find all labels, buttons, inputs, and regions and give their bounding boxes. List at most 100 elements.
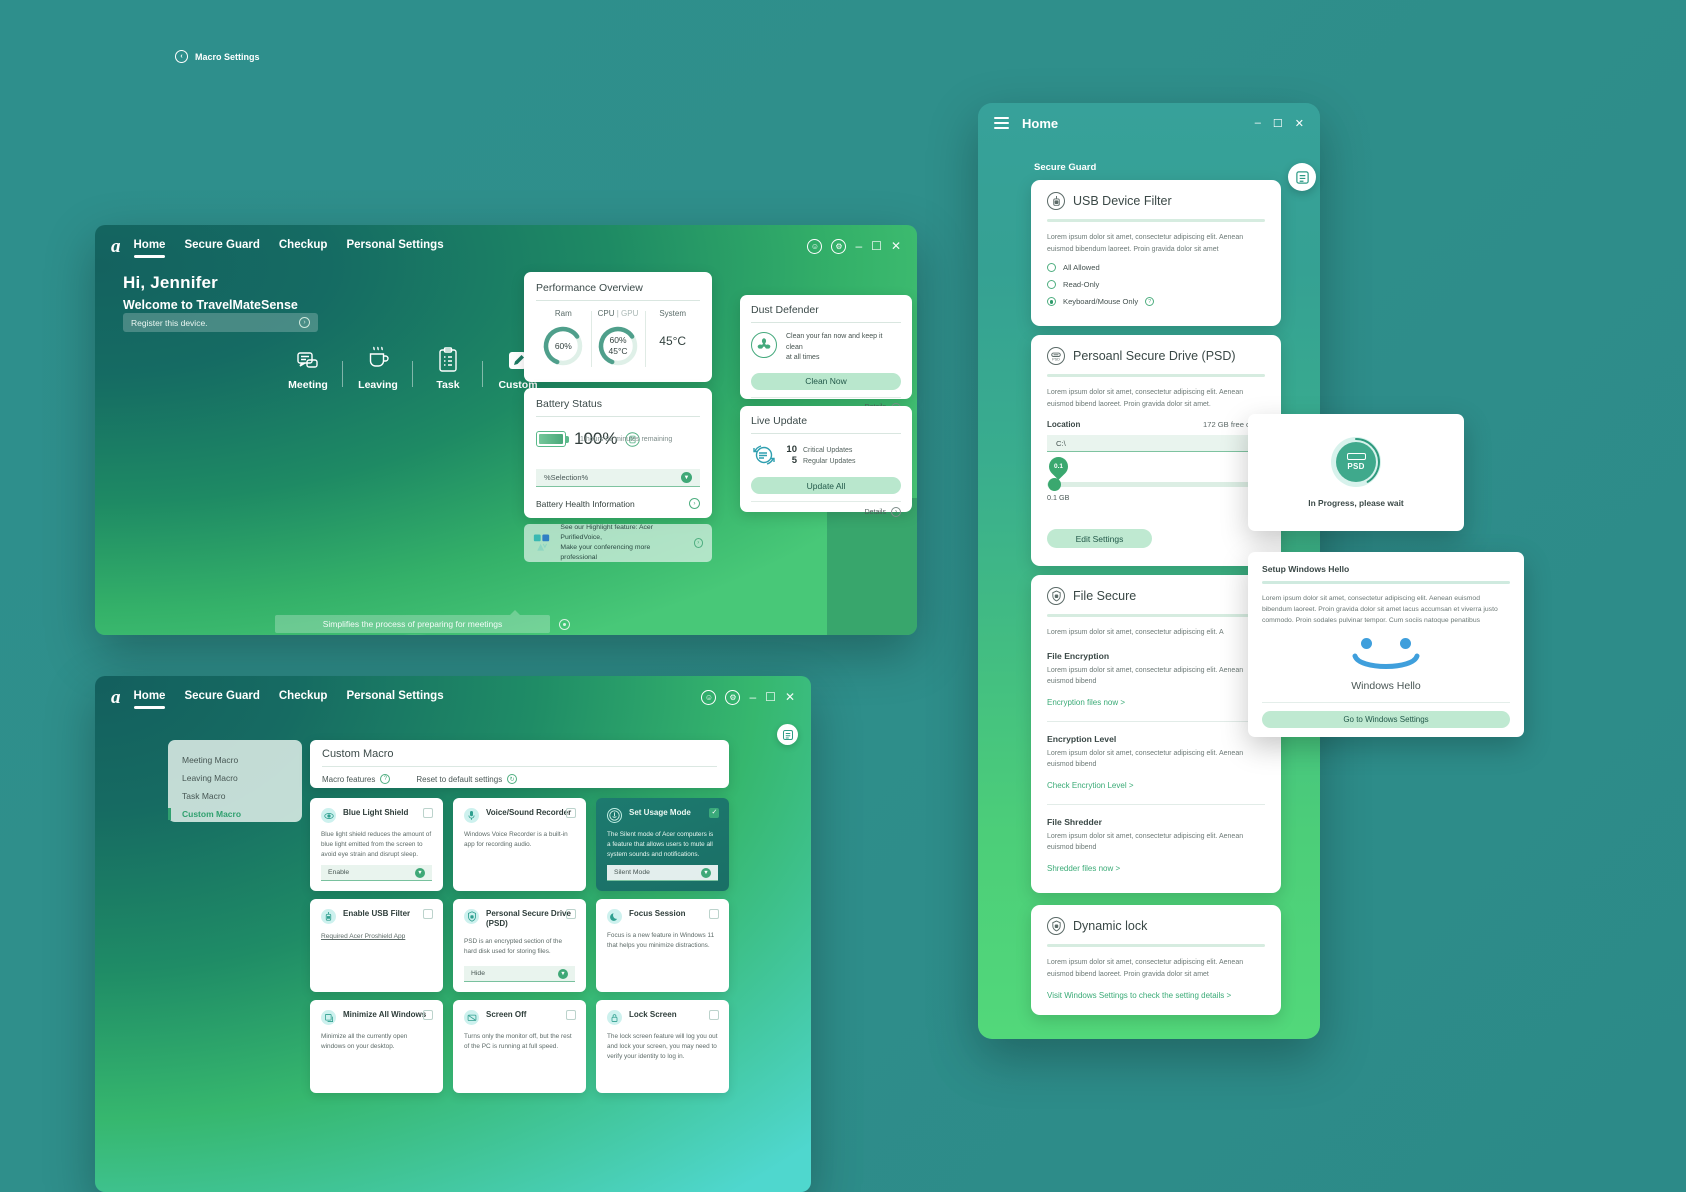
promo-banner[interactable]: See our Highlight feature: Acer Purified… — [524, 524, 712, 562]
gear-icon[interactable]: ⚙ — [725, 689, 741, 705]
shredder-files-link[interactable]: Shredder files now > — [1047, 864, 1120, 873]
nav-tab-checkup[interactable]: Checkup — [279, 690, 328, 705]
maximize-button[interactable]: ☐ — [765, 691, 776, 703]
macro-card-checkbox[interactable] — [709, 808, 719, 818]
regular-label: Regular Updates — [803, 458, 856, 465]
macro-card-focus-session[interactable]: Focus Session Focus is a new feature in … — [596, 899, 729, 992]
macro-card-dropdown[interactable]: Hide ▼ — [464, 966, 575, 982]
perf-system: System 45°C — [645, 309, 700, 368]
main-nav: Home Secure Guard Checkup Personal Setti… — [133, 239, 444, 258]
nav-tab-secure-guard[interactable]: Secure Guard — [184, 690, 259, 705]
gear-icon[interactable] — [559, 619, 570, 630]
battery-mode-select[interactable]: %Selection% ▼ — [536, 469, 700, 487]
macro-list-item-leaving[interactable]: Leaving Macro — [168, 769, 302, 787]
acer-logo: a — [111, 686, 120, 708]
macro-list-item-meeting[interactable]: Meeting Macro — [168, 751, 302, 769]
macro-panel-toggle-button[interactable] — [777, 724, 798, 745]
help-icon[interactable]: ? — [1145, 297, 1155, 307]
chevron-right-icon[interactable]: › — [693, 538, 703, 548]
macro-card-checkbox[interactable] — [566, 909, 576, 919]
macro-card-checkbox[interactable] — [423, 808, 433, 818]
live-update-details-link[interactable]: Details › — [751, 501, 901, 517]
clean-now-button[interactable]: Clean Now — [751, 372, 901, 390]
gear-icon[interactable]: ⚙ — [831, 238, 847, 254]
hamburger-menu-icon[interactable] — [994, 117, 1009, 129]
gpu-label[interactable]: GPU — [621, 309, 638, 318]
macro-card-enable-usb-filter[interactable]: Enable USB Filter Required Acer Proshiel… — [310, 899, 443, 992]
macro-card-checkbox[interactable] — [709, 909, 719, 919]
macro-list-item-task[interactable]: Task Macro — [168, 787, 302, 805]
minimize-button[interactable]: – — [749, 691, 756, 703]
edit-settings-button[interactable]: Edit Settings — [1047, 529, 1152, 549]
purified-voice-icon — [533, 534, 550, 551]
maximize-button[interactable]: ☐ — [871, 240, 882, 252]
macro-card-set-usage-mode[interactable]: Set Usage Mode The Silent mode of Acer c… — [596, 798, 729, 891]
minimize-button[interactable]: – — [855, 240, 862, 252]
nav-tab-home[interactable]: Home — [133, 690, 165, 709]
check-encryption-level-link[interactable]: Check Encrytion Level > — [1047, 781, 1134, 790]
macro-card-checkbox[interactable] — [423, 1010, 433, 1020]
usb-option-read-only[interactable]: Read-Only — [1047, 280, 1265, 290]
user-account-icon[interactable]: ☺ — [701, 689, 717, 705]
macro-card-blue-light-shield[interactable]: Blue Light Shield Blue light shield redu… — [310, 798, 443, 891]
user-account-icon[interactable]: ☺ — [807, 238, 823, 254]
psd-path-input[interactable]: C:\ — [1047, 435, 1265, 453]
close-button[interactable]: ✕ — [785, 691, 795, 703]
update-all-button[interactable]: Update All — [751, 477, 901, 494]
update-refresh-icon — [751, 442, 777, 468]
help-icon[interactable]: ? — [380, 774, 391, 784]
psd-size-slider[interactable]: 0.1 0.1 GB — [1045, 453, 1265, 502]
divider — [536, 416, 700, 417]
nav-tab-personal-settings[interactable]: Personal Settings — [346, 690, 443, 705]
encryption-files-link[interactable]: Encryption files now > — [1047, 698, 1125, 707]
macro-card-checkbox[interactable] — [566, 1010, 576, 1020]
mode-leaving[interactable]: Leaving — [342, 343, 413, 391]
macro-card-checkbox[interactable] — [566, 808, 576, 818]
chevron-down-icon[interactable]: ▼ — [681, 472, 692, 483]
macro-card-checkbox[interactable] — [709, 1010, 719, 1020]
welcome-subtitle: Welcome to TravelMateSense — [123, 298, 298, 312]
usb-option-all-allowed[interactable]: All Allowed — [1047, 263, 1265, 273]
nav-tab-secure-guard[interactable]: Secure Guard — [184, 239, 259, 254]
guard-panel-toggle-button[interactable] — [1288, 163, 1316, 191]
breadcrumb: ‹ Macro Settings — [175, 50, 260, 63]
macro-card-voice-sound-recorder[interactable]: Voice/Sound Recorder Windows Voice Recor… — [453, 798, 586, 891]
macro-card-link[interactable]: Required Acer Proshield App — [321, 933, 405, 940]
back-arrow-icon[interactable]: ‹ — [175, 50, 188, 63]
macro-card-minimize-all-windows[interactable]: Minimize All Windows Minimize all the cu… — [310, 1000, 443, 1093]
macro-card-lock-screen[interactable]: Lock Screen The lock screen feature will… — [596, 1000, 729, 1093]
battery-health-link[interactable]: Battery Health Information › — [536, 498, 700, 509]
macro-card-checkbox[interactable] — [423, 909, 433, 919]
maximize-button[interactable]: ☐ — [1273, 117, 1283, 130]
nav-tab-checkup[interactable]: Checkup — [279, 239, 328, 254]
close-button[interactable]: ✕ — [891, 240, 901, 252]
nav-tab-home[interactable]: Home — [133, 239, 165, 258]
macro-features-action[interactable]: Macro features ? — [322, 774, 391, 784]
register-device-field[interactable]: Register this device. › — [123, 313, 318, 332]
slider-track[interactable] — [1047, 482, 1265, 488]
macro-card-screen-off[interactable]: Screen Off Turns only the monitor off, b… — [453, 1000, 586, 1093]
reset-defaults-action[interactable]: Reset to default settings ↻ — [416, 774, 518, 784]
minimize-button[interactable]: – — [1255, 117, 1261, 129]
windows-settings-link[interactable]: Visit Windows Settings to check the sett… — [1047, 991, 1231, 1000]
reset-icon[interactable]: ↻ — [507, 774, 518, 784]
divider — [1262, 581, 1510, 584]
window-controls: – ☐ ✕ — [1255, 117, 1304, 130]
file-shredder-desc: Lorem ipsum dolor sit amet, consectetur … — [1047, 832, 1244, 852]
mode-task[interactable]: Task — [412, 343, 483, 391]
usb-option-keyboard-mouse-only[interactable]: Keyboard/Mouse Only ? — [1047, 297, 1265, 307]
cpu-label[interactable]: CPU — [598, 309, 615, 318]
close-button[interactable]: ✕ — [1295, 117, 1304, 130]
macro-card-personal-secure-drive[interactable]: Personal Secure Drive (PSD) PSD is an en… — [453, 899, 586, 992]
macro-list-item-custom[interactable]: Custom Macro — [168, 805, 302, 823]
cpu-temp: 45°C — [608, 346, 628, 356]
go-to-windows-settings-button[interactable]: Go to Windows Settings — [1262, 710, 1510, 728]
macro-card-desc: Blue light shield reduces the amount of … — [321, 831, 432, 858]
slider-knob[interactable] — [1048, 478, 1061, 492]
macro-card-dropdown[interactable]: Silent Mode ▼ — [607, 865, 718, 881]
macro-card-dropdown[interactable]: Enable ▼ — [321, 865, 432, 881]
nav-tab-personal-settings[interactable]: Personal Settings — [346, 239, 443, 254]
live-update-card: Live Update 10 Critical Updates 5 Regula… — [740, 406, 912, 517]
mode-meeting[interactable]: Meeting — [273, 343, 343, 391]
chevron-right-icon[interactable]: › — [299, 317, 310, 328]
